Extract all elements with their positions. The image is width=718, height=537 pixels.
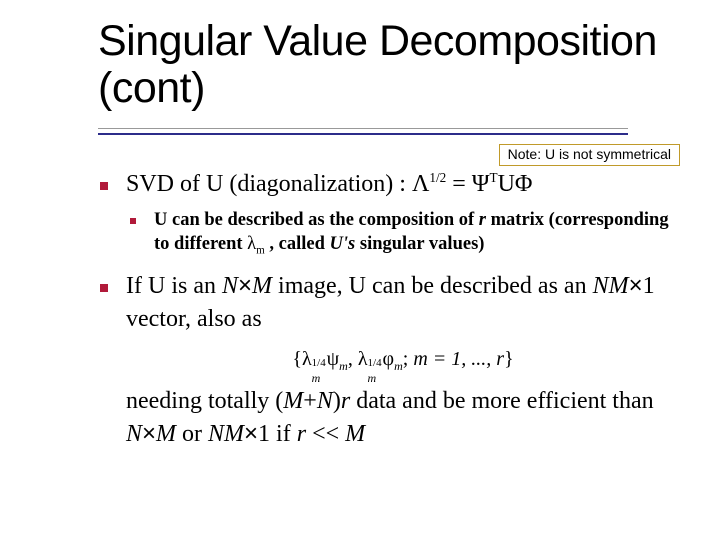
b2-one: 1: [643, 273, 655, 299]
slide-body: SVD of U (diagonalization) : Λ1/2 = ΨTUΦ…: [98, 168, 680, 450]
c-lt: <<: [306, 421, 345, 447]
c-N: N: [317, 388, 333, 414]
c-NxM-M: M: [156, 421, 176, 447]
sub-bullet-1: U can be described as the composition of…: [98, 208, 680, 256]
b2-NM: NM: [593, 273, 629, 299]
continuation-text: needing totally (M+N)r data and be more …: [98, 385, 680, 450]
s1-lambda: λ: [247, 234, 256, 254]
s1-r: r: [479, 210, 486, 230]
eq2-close: }: [504, 348, 514, 370]
eq2-m4: m: [394, 359, 403, 373]
c-one: 1: [258, 421, 270, 447]
b2-U1: U: [148, 273, 165, 299]
b2-N: N: [222, 273, 238, 299]
b1-text-b: (diagonalization) :: [223, 171, 412, 197]
s1-f: singular values): [355, 234, 484, 254]
s1-e: U's: [330, 234, 356, 254]
eq1-exp: 1/2: [429, 170, 446, 185]
eq2-semi: ;: [403, 348, 414, 370]
c-r2: r: [297, 421, 306, 447]
b1-U: U: [206, 171, 223, 197]
eq1-U: U: [498, 171, 515, 197]
b2-U2: U: [349, 273, 366, 299]
slide-title: Singular Value Decomposition (cont): [98, 18, 668, 113]
b2-c: image,: [272, 273, 349, 299]
eq2-open: {: [292, 348, 302, 370]
eq2-phi: φ: [383, 348, 395, 370]
eq1-psi: Ψ: [472, 171, 490, 197]
slide: Singular Value Decomposition (cont) Note…: [0, 0, 718, 537]
eq1-T: T: [490, 170, 498, 185]
c-plus: +: [303, 388, 317, 414]
eq1-eq: =: [446, 171, 472, 197]
eq2-m3: m: [368, 369, 377, 388]
b2-b: is an: [165, 273, 222, 299]
eq2-psi: ψ: [327, 348, 340, 370]
b2-M: M: [252, 273, 272, 299]
note-callout: Note: U is not symmetrical: [499, 144, 680, 166]
bullet-2: If U is an N×M image, U can be described…: [98, 270, 680, 335]
eq2-m1: m: [312, 369, 321, 388]
c-M: M: [283, 388, 303, 414]
c-r: r: [341, 388, 350, 414]
b1-text-a: SVD of: [126, 171, 206, 197]
eq2-range: m = 1, ..., r: [413, 348, 504, 370]
c-c: data and be more efficient than: [350, 388, 653, 414]
b2-x2: ×: [629, 272, 643, 299]
eq2-l1: λ: [302, 348, 312, 370]
s1-U: U: [154, 210, 167, 230]
title-underline: [98, 128, 628, 135]
c-NM: NM: [208, 421, 244, 447]
c-b: ): [333, 388, 341, 414]
c-M2: M: [345, 421, 365, 447]
b2-d: can be described as an: [366, 273, 593, 299]
eq2-m2: m: [339, 359, 348, 373]
c-NxM-N: N: [126, 421, 142, 447]
s1-d: , called: [265, 234, 330, 254]
eq2-l2: λ: [358, 348, 368, 370]
s1-b: can be described as the composition of: [167, 210, 478, 230]
bullet-1: SVD of U (diagonalization) : Λ1/2 = ΨTUΦ: [98, 168, 680, 200]
c-if: if: [270, 421, 297, 447]
s1-m: m: [256, 245, 265, 257]
c-x2: ×: [244, 420, 258, 447]
b2-a: If: [126, 273, 148, 299]
eq1-phi: Φ: [515, 171, 533, 197]
c-x1: ×: [142, 420, 156, 447]
b2-x1: ×: [238, 272, 252, 299]
eq2-comma: ,: [348, 348, 358, 370]
c-a: needing totally (: [126, 388, 283, 414]
eq1-lambda: Λ: [412, 171, 429, 197]
c-or: or: [176, 421, 208, 447]
b2-e: vector, also as: [126, 306, 262, 332]
equation-2: {λ1/4m ψm, λ1/4m φm; m = 1, ..., r}: [126, 343, 680, 375]
